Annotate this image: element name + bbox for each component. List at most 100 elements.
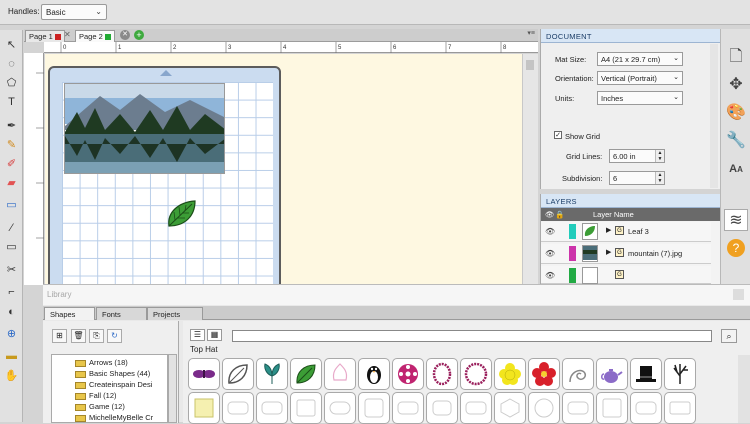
eyedropper-icon[interactable]: ⁄ bbox=[3, 220, 20, 237]
shape-leaf-outline-icon[interactable] bbox=[222, 358, 254, 390]
shape-butterfly-icon[interactable] bbox=[188, 358, 220, 390]
tab-projects[interactable]: Projects bbox=[147, 307, 203, 320]
shape-flower-magenta-icon[interactable] bbox=[392, 358, 424, 390]
shape-frame-icon[interactable] bbox=[358, 392, 390, 424]
document-icon[interactable]: 🗋 bbox=[724, 46, 748, 68]
shape-frame-icon[interactable] bbox=[222, 392, 254, 424]
library-search-input[interactable] bbox=[232, 330, 712, 342]
units-select[interactable]: Inches ⌄ bbox=[597, 91, 683, 105]
shape-circle-frame-icon[interactable] bbox=[460, 358, 492, 390]
pencil-icon[interactable]: ✎ bbox=[3, 137, 20, 154]
shape-frame-icon[interactable] bbox=[528, 392, 560, 424]
shape-swirl-icon[interactable] bbox=[562, 358, 594, 390]
shape-leaf-teal-icon[interactable] bbox=[256, 358, 288, 390]
orientation-select[interactable]: Vertical (Portrait) ⌄ bbox=[597, 71, 683, 85]
show-grid-checkbox[interactable]: ✓ bbox=[554, 131, 562, 139]
grid-view-icon[interactable]: ▦ bbox=[207, 329, 222, 341]
shape-frame-icon[interactable] bbox=[596, 392, 628, 424]
shape-leaf-green-icon[interactable] bbox=[290, 358, 322, 390]
expand-triangle-icon[interactable]: ▶ bbox=[606, 226, 611, 234]
knife-icon[interactable]: ✂ bbox=[3, 262, 20, 279]
hand-pan-icon[interactable]: ✋ bbox=[3, 368, 20, 385]
text-tool-icon[interactable]: T bbox=[3, 94, 20, 111]
close-tab-icon[interactable]: ✕ bbox=[120, 30, 130, 40]
folder-item[interactable]: Basic Shapes (44) bbox=[75, 369, 150, 380]
shape-bare-tree-icon[interactable] bbox=[664, 358, 696, 390]
layer-row[interactable]: 👁 ▶ G mountain (7).jpg bbox=[541, 244, 711, 264]
canvas-vertical-scrollbar[interactable] bbox=[522, 54, 538, 285]
import-icon[interactable]: ⎘ bbox=[89, 329, 104, 343]
leaf-shape[interactable] bbox=[165, 198, 199, 230]
panel-scrollbar[interactable] bbox=[710, 44, 718, 188]
layer-row[interactable]: 👁 ▶ G Leaf 3 bbox=[541, 222, 711, 242]
move-arrows-icon[interactable]: ✥ bbox=[724, 74, 748, 96]
shape-frame-icon[interactable] bbox=[392, 392, 424, 424]
spinner-arrows-icon[interactable]: ▲ ▼ bbox=[655, 150, 664, 162]
shape-frame-icon[interactable] bbox=[290, 392, 322, 424]
scroll-thumb[interactable] bbox=[526, 60, 534, 70]
shadow-layer-icon[interactable]: ◐ bbox=[3, 304, 20, 321]
library-close-button[interactable] bbox=[733, 289, 744, 300]
paintbrush-icon[interactable]: ✐ bbox=[3, 156, 20, 173]
rectangle-icon[interactable]: ▭ bbox=[3, 239, 20, 256]
eraser-icon[interactable]: ▰ bbox=[3, 175, 20, 192]
shape-frame-icon[interactable] bbox=[256, 392, 288, 424]
palette-icon[interactable]: 🎨 bbox=[724, 102, 748, 124]
shape-flower-yellow-icon[interactable] bbox=[494, 358, 526, 390]
folder-item[interactable]: Fall (12) bbox=[75, 391, 117, 402]
eye-icon[interactable]: 👁 bbox=[545, 227, 555, 236]
pen-nib-icon[interactable]: ✒ bbox=[3, 118, 20, 135]
add-page-icon[interactable]: + bbox=[134, 30, 144, 40]
shape-ornament-pink-icon[interactable] bbox=[324, 358, 356, 390]
shape-frame-icon[interactable] bbox=[324, 392, 356, 424]
text-style-icon[interactable]: AA bbox=[724, 158, 748, 180]
shape-tool-icon[interactable]: ⬠ bbox=[3, 75, 20, 92]
subdivision-input[interactable]: 6 ▲ ▼ bbox=[609, 171, 665, 185]
zoom-icon[interactable]: ⊕ bbox=[3, 326, 20, 343]
shape-frame-icon[interactable] bbox=[460, 392, 492, 424]
tab-shapes[interactable]: Shapes bbox=[44, 307, 95, 320]
handles-select[interactable]: Basic ⌄ bbox=[41, 4, 107, 20]
shape-frame-icon[interactable] bbox=[494, 392, 526, 424]
shape-top-hat-icon[interactable] bbox=[630, 358, 662, 390]
node-edit-icon[interactable]: ⌐ bbox=[3, 284, 20, 301]
search-icon[interactable]: ⌕ bbox=[721, 329, 737, 343]
refresh-icon[interactable]: ↻ bbox=[107, 329, 122, 343]
close-icon[interactable]: ✕ bbox=[64, 30, 71, 39]
shape-teapot-icon[interactable] bbox=[596, 358, 628, 390]
mountain-lake-image[interactable] bbox=[64, 83, 225, 174]
shape-frame-icon[interactable] bbox=[664, 392, 696, 424]
layers-icon[interactable]: ≋ bbox=[724, 209, 748, 231]
trash-icon[interactable]: 🗑 bbox=[71, 329, 86, 343]
shape-flower-red-icon[interactable] bbox=[528, 358, 560, 390]
lasso-select-icon[interactable]: ◌ bbox=[3, 56, 20, 73]
shapes-scrollbar[interactable] bbox=[738, 355, 750, 423]
mat-size-select[interactable]: A4 (21 x 29.7 cm) ⌄ bbox=[597, 52, 683, 66]
shape-oval-frame-icon[interactable] bbox=[426, 358, 458, 390]
design-canvas[interactable] bbox=[45, 54, 522, 297]
list-view-icon[interactable]: ☰ bbox=[190, 329, 205, 341]
eye-icon[interactable]: 👁 bbox=[545, 271, 555, 280]
help-icon[interactable]: ? bbox=[727, 239, 745, 257]
select-arrow-icon[interactable]: ↖ bbox=[3, 37, 20, 54]
wrench-icon[interactable]: 🔧 bbox=[724, 130, 748, 152]
eye-icon[interactable]: 👁 bbox=[545, 249, 555, 258]
panel-menu-icon[interactable]: ▾≡ bbox=[527, 29, 535, 37]
layer-row[interactable]: 👁 G bbox=[541, 266, 711, 284]
shape-penguin-icon[interactable] bbox=[358, 358, 390, 390]
folder-tree-scrollbar[interactable] bbox=[168, 354, 177, 423]
folder-item[interactable]: Arrows (18) bbox=[75, 358, 128, 369]
shape-tag-yellow-icon[interactable] bbox=[188, 392, 220, 424]
shape-frame-icon[interactable] bbox=[630, 392, 662, 424]
grid-lines-input[interactable]: 6.00 in ▲ ▼ bbox=[609, 149, 665, 163]
new-folder-icon[interactable]: ⊞ bbox=[52, 329, 67, 343]
shape-frame-icon[interactable] bbox=[562, 392, 594, 424]
expand-triangle-icon[interactable]: ▶ bbox=[606, 248, 611, 256]
ruler-icon[interactable]: ▬ bbox=[3, 348, 20, 365]
folder-item[interactable]: Createinspain Desi bbox=[75, 380, 152, 391]
tab-page-2[interactable]: Page 2 bbox=[75, 30, 115, 42]
spinner-arrows-icon[interactable]: ▲ ▼ bbox=[655, 172, 664, 184]
fill-rect-icon[interactable]: ▭ bbox=[3, 197, 20, 214]
shape-frame-icon[interactable] bbox=[426, 392, 458, 424]
tab-fonts[interactable]: Fonts bbox=[96, 307, 147, 320]
